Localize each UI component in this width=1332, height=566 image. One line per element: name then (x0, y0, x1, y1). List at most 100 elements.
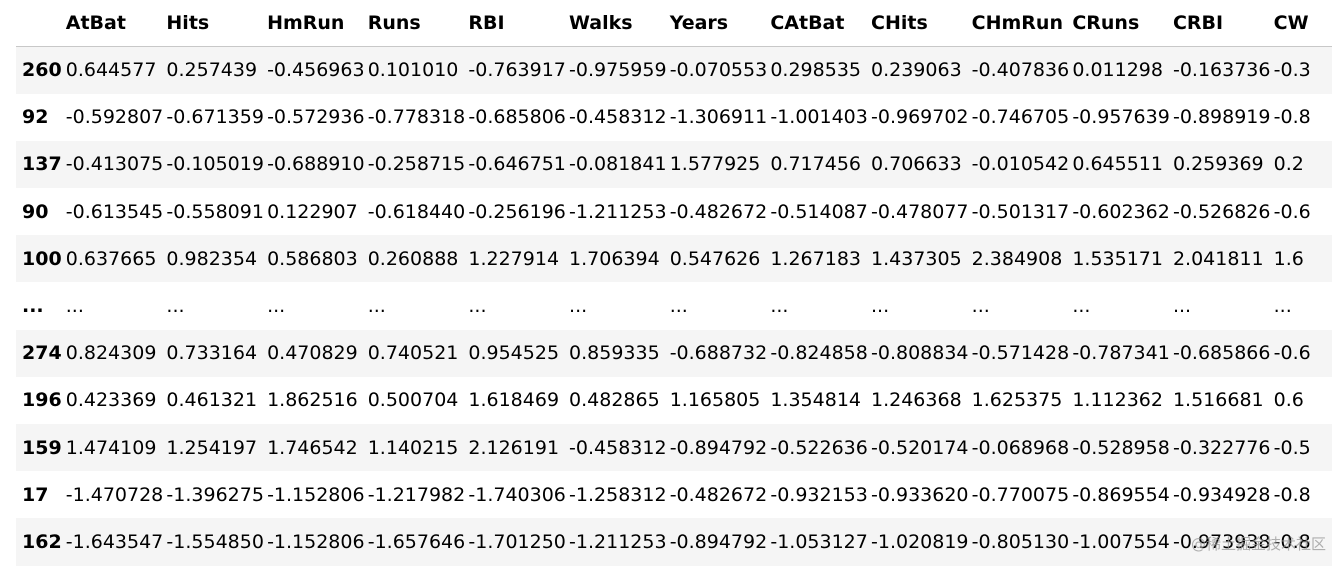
column-header: CAtBat (768, 0, 869, 47)
table-cell: 0.500704 (367, 389, 459, 412)
table-cell: -1.643547 (65, 530, 164, 553)
column-header: Runs (365, 0, 467, 47)
table-cell: 0.586803 (267, 247, 358, 270)
table-row: 17 -1.470728 -1.396275 -1.152806 -1.217982 -1… (16, 471, 1332, 519)
table-cell: -0.933620 (871, 483, 969, 506)
table-cell: -0.070553 (669, 59, 768, 82)
table-cell: -0.6 (1273, 200, 1311, 223)
table-cell: 0.733164 (166, 342, 258, 365)
table-cell: -0.613545 (65, 200, 164, 223)
table-row: 162 -1.643547 -1.554850 -1.152806 -1.657646-… (16, 518, 1332, 566)
table-cell: 1.267183 (770, 247, 862, 270)
table-cell: 0.259369 (1172, 153, 1264, 176)
table-cell: -0.068968 (971, 436, 1070, 459)
table-cell: 0.645511 (1072, 153, 1163, 176)
header-row: AtBat Hits HmRun Runs RBI Walks Years CAtBat CHi… (16, 0, 1332, 47)
table-cell: -1.657646 (367, 530, 466, 553)
table-cell: -0.932153 (770, 483, 868, 506)
table-cell: -0.746705 (971, 106, 1070, 129)
table-cell: -0.957639 (1072, 106, 1170, 129)
table-cell: -0.482672 (669, 483, 768, 506)
table-cell: -0.787341 (1072, 342, 1170, 365)
row-index: 92 (22, 106, 49, 129)
table-cell: -0.010542 (971, 153, 1070, 176)
table-body: 260 0.644577 0.257439 -0.456963 0.101010 -0.7… (16, 46, 1332, 566)
table-cell: -0.778318 (367, 106, 466, 129)
table-cell: -0.869554 (1072, 483, 1170, 506)
table-cell: ... (569, 295, 588, 318)
table-cell: -0.8 (1273, 106, 1311, 129)
row-index: 260 (22, 59, 62, 82)
table-cell: 0.2 (1273, 153, 1304, 176)
table-row: 137 -0.413075 -0.105019 -0.688910 -0.258715-… (16, 140, 1332, 189)
table-cell: -1.007554 (1072, 530, 1170, 553)
table-cell: -0.482672 (669, 200, 768, 223)
column-header: CHmRun (969, 0, 1071, 47)
row-index: ... (22, 295, 44, 318)
table-cell: 1.354814 (770, 389, 862, 412)
table-cell: -1.152806 (267, 530, 365, 553)
table-cell: 0.461321 (166, 389, 258, 412)
table-cell: -1.554850 (166, 530, 264, 553)
row-index: 137 (22, 153, 62, 176)
table-cell: -1.740306 (468, 483, 566, 506)
column-header: HmRun (265, 0, 366, 47)
table-cell: -1.211253 (569, 530, 667, 553)
table-cell: -0.969702 (871, 106, 969, 129)
table-cell: -0.458312 (569, 106, 667, 129)
table-cell: -0.256196 (468, 200, 566, 223)
table-cell: 1.254197 (166, 436, 258, 459)
table-cell: 2.126191 (468, 436, 560, 459)
table-cell: 0.239063 (871, 59, 962, 82)
table-cell: 1.618469 (468, 389, 560, 412)
table-cell: 0.740521 (367, 342, 459, 365)
table-cell: ... (367, 295, 386, 318)
table-cell: -0.602362 (1072, 200, 1170, 223)
table-cell: ... (971, 295, 990, 318)
table-cell: 0.706633 (871, 153, 962, 176)
table-cell: -0.3 (1273, 59, 1311, 82)
table-cell: 1.706394 (569, 247, 660, 270)
row-index: 17 (22, 483, 49, 506)
table-cell: -0.413075 (65, 153, 164, 176)
table-cell: 0.482865 (569, 389, 660, 412)
table-cell: ... (166, 295, 185, 318)
table-row: 274 0.824309 0.733164 0.470829 0.740521 0.954… (16, 329, 1332, 377)
table-cell: -0.618440 (367, 200, 466, 223)
column-header: AtBat (63, 0, 165, 47)
table-cell: -1.258312 (569, 483, 667, 506)
table-cell: -0.592807 (65, 106, 164, 129)
table-cell: 2.041811 (1172, 247, 1264, 270)
table-cell: 1.577925 (669, 153, 761, 176)
table-row: 159 1.474109 1.254197 1.746542 1.140215 2.126… (16, 424, 1332, 472)
table-cell: -1.020819 (871, 530, 969, 553)
table-cell: -0.258715 (367, 153, 466, 176)
table-cell: -1.701250 (468, 530, 566, 553)
table-cell: -0.685806 (468, 106, 566, 129)
table-cell: 2.384908 (971, 247, 1063, 270)
table-cell: -0.975959 (569, 59, 667, 82)
table-cell: -0.671359 (166, 106, 264, 129)
table-cell: ... (669, 295, 688, 318)
table-cell: -0.808834 (871, 342, 969, 365)
table-row: 92 -0.592807 -0.671359 -0.572936 -0.778318 -0… (16, 93, 1332, 141)
table-cell: 0.122907 (267, 200, 358, 223)
table-cell: 0.6 (1273, 389, 1304, 412)
table-cell: 0.954525 (468, 342, 560, 365)
table-cell: 0.982354 (166, 247, 258, 270)
table-cell: 1.112362 (1072, 389, 1163, 412)
table-cell: -0.458312 (569, 436, 667, 459)
table-cell: -0.805130 (971, 530, 1070, 553)
table-cell: 1.437305 (871, 247, 962, 270)
table-cell: -0.528958 (1072, 436, 1170, 459)
row-index: 100 (22, 247, 62, 270)
table-cell: -0.558091 (166, 200, 264, 223)
table-row: ........................................… (16, 282, 1332, 330)
row-index: 159 (22, 436, 62, 459)
table-cell: -1.211253 (569, 200, 667, 223)
table-cell: 1.140215 (367, 436, 459, 459)
table-row: 100 0.637665 0.982354 0.586803 0.260888 1.227… (16, 235, 1332, 283)
table-cell: -0.526826 (1172, 200, 1271, 223)
table-cell: -0.894792 (669, 436, 768, 459)
column-header: CHits (869, 0, 970, 47)
